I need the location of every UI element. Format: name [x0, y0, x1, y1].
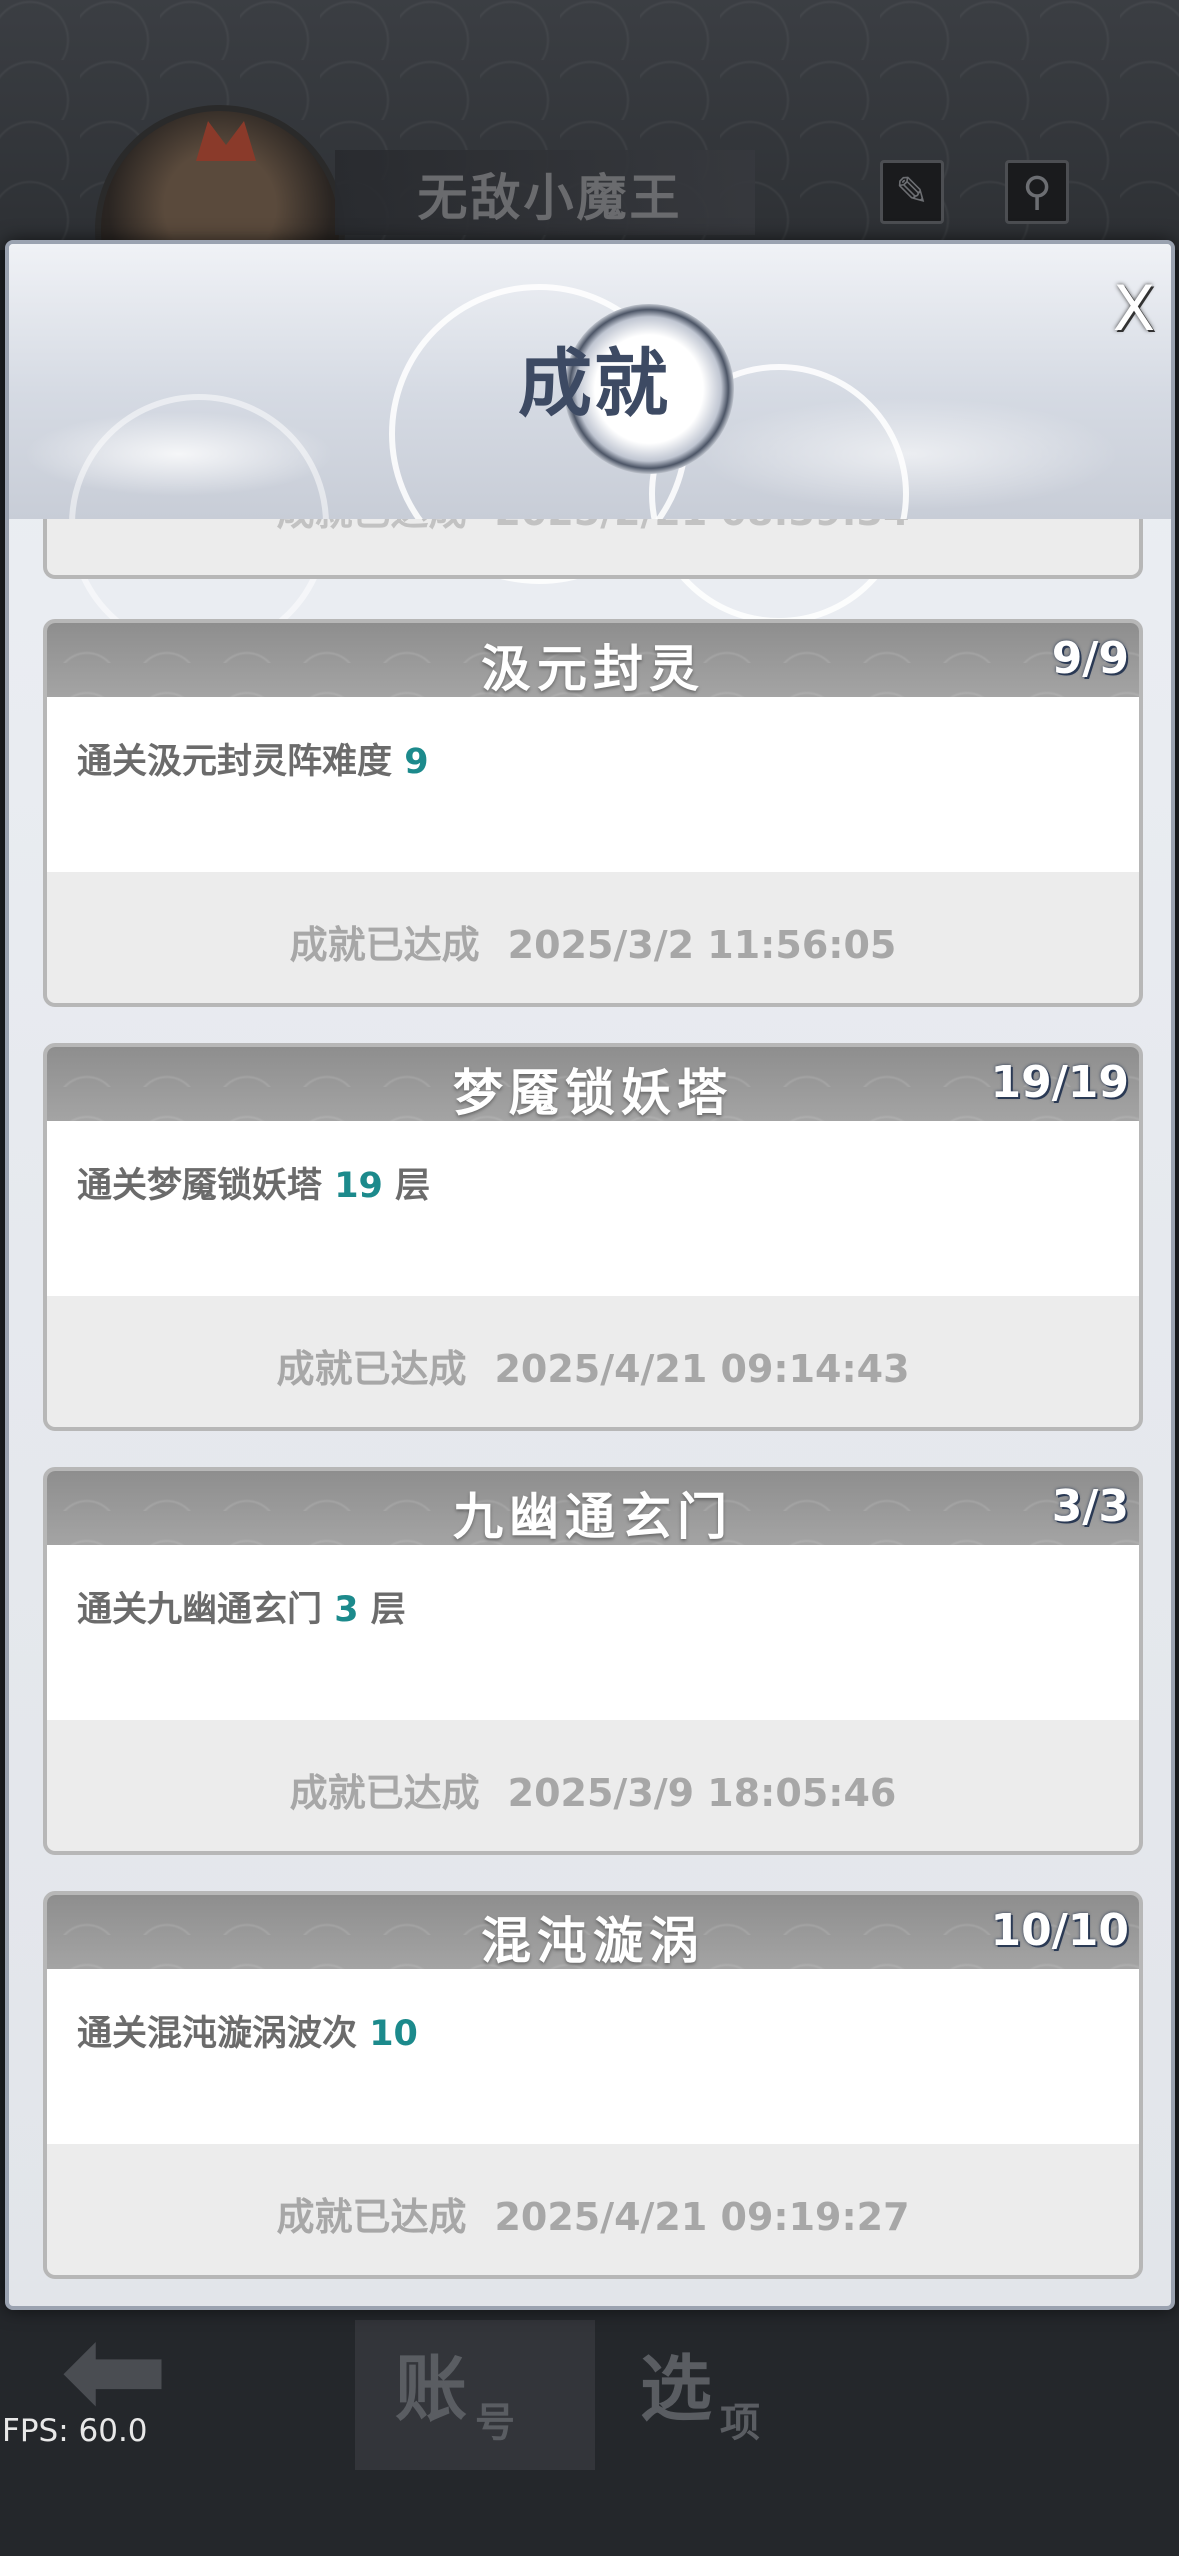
status-time: 2025/4/21 09:14:43: [494, 1347, 910, 1391]
achievement-title: 混沌漩涡: [481, 1911, 705, 1970]
card-footer: 成就已达成 2025/4/21 09:14:43: [47, 1296, 1139, 1427]
desc-text: 通关九幽通玄门: [77, 1590, 323, 1630]
desc-suffix: 层: [370, 1590, 406, 1630]
player-name: 无敌小魔王: [417, 169, 683, 227]
brush-icon[interactable]: ✎: [880, 160, 944, 224]
desc-value: 3: [334, 1590, 359, 1630]
key-icon[interactable]: ⚲: [1005, 160, 1069, 224]
achievement-progress: 3/3: [1051, 1481, 1129, 1532]
tab-options-label: 选: [640, 2347, 713, 2431]
card-header: 混沌漩涡 10/10: [47, 1895, 1139, 1970]
tab-account-sublabel: 号: [475, 2400, 515, 2446]
dialog-title: 成就: [518, 341, 670, 427]
status-label: 成就已达成: [289, 1771, 480, 1815]
card-body: 通关九幽通玄门 3 层: [47, 1545, 1139, 1720]
card-header: 梦魇锁妖塔 19/19: [47, 1047, 1139, 1122]
tab-options-sublabel: 项: [720, 2400, 760, 2446]
close-button[interactable]: X: [1099, 274, 1169, 344]
achievement-status: 成就已达成 2025/3/2 11:56:05: [47, 914, 1139, 969]
desc-value: 9: [404, 742, 429, 782]
achievement-status: 成就已达成 2025/4/21 09:19:27: [47, 2186, 1139, 2241]
status-time: 2025/4/21 09:19:27: [494, 2195, 910, 2239]
achievement-description: 通关汲元封灵阵难度 9: [77, 733, 429, 784]
desc-suffix: 层: [395, 1166, 431, 1206]
status-label: 成就已达成: [276, 1347, 467, 1391]
desc-value: 10: [369, 2014, 418, 2054]
achievement-card-partial: 成就已达成 2025/2/21 08:39:34: [43, 519, 1143, 579]
achievement-card: 梦魇锁妖塔 19/19 通关梦魇锁妖塔 19 层 成就已达成 2025/4/21 …: [43, 1043, 1143, 1431]
status-label: 成就已达成: [289, 923, 480, 967]
desc-text: 通关混沌漩涡波次: [77, 2014, 358, 2054]
card-header: 汲元封灵 9/9: [47, 623, 1139, 698]
achievement-card: 九幽通玄门 3/3 通关九幽通玄门 3 层 成就已达成 2025/3/9 18:0…: [43, 1467, 1143, 1855]
achievement-status: 成就已达成 2025/4/21 09:14:43: [47, 1338, 1139, 1393]
achievement-dialog: 成就 X 成就已达成 2025/2/21 08:39:34 汲元封灵 9/9 通关…: [5, 240, 1175, 2310]
desc-value: 19: [334, 1166, 383, 1206]
desc-text: 通关梦魇锁妖塔: [77, 1166, 323, 1206]
crown-decoration: [196, 121, 256, 161]
achievement-progress: 19/19: [990, 1057, 1129, 1108]
card-body: 通关汲元封灵阵难度 9: [47, 697, 1139, 872]
fps-counter: FPS: 60.0: [2, 2413, 148, 2449]
achievement-status: 成就已达成 2025/2/21 08:39:34: [47, 519, 1139, 536]
tab-account[interactable]: 账 号: [355, 2320, 595, 2470]
card-body: 通关混沌漩涡波次 10: [47, 1969, 1139, 2144]
status-label: 成就已达成: [276, 519, 466, 534]
status-time: 2025/3/9 18:05:46: [507, 1771, 897, 1815]
achievement-progress: 9/9: [1051, 633, 1129, 684]
card-header: 九幽通玄门 3/3: [47, 1471, 1139, 1546]
achievement-progress: 10/10: [990, 1905, 1129, 1956]
achievement-title: 汲元封灵: [481, 639, 705, 698]
status-time: 2025/2/21 08:39:34: [494, 519, 909, 534]
achievement-card: 汲元封灵 9/9 通关汲元封灵阵难度 9 成就已达成 2025/3/2 11:56…: [43, 619, 1143, 1007]
achievement-list[interactable]: 成就已达成 2025/2/21 08:39:34 汲元封灵 9/9 通关汲元封灵阵…: [9, 519, 1171, 2306]
status-time: 2025/3/2 11:56:05: [507, 923, 897, 967]
card-body: 通关梦魇锁妖塔 19 层: [47, 1121, 1139, 1296]
achievement-title: 梦魇锁妖塔: [453, 1063, 733, 1122]
tab-account-label: 账: [395, 2347, 468, 2431]
card-footer: 成就已达成 2025/3/2 11:56:05: [47, 872, 1139, 1003]
tab-options[interactable]: 选 项: [600, 2320, 840, 2470]
dialog-header: 成就 X: [9, 244, 1171, 654]
achievement-title: 九幽通玄门: [453, 1487, 733, 1546]
achievement-description: 通关混沌漩涡波次 10: [77, 2005, 418, 2056]
achievement-card: 混沌漩涡 10/10 通关混沌漩涡波次 10 成就已达成 2025/4/21 09…: [43, 1891, 1143, 2279]
achievement-description: 通关梦魇锁妖塔 19 层: [77, 1157, 430, 1208]
card-footer: 成就已达成 2025/4/21 09:19:27: [47, 2144, 1139, 2275]
status-label: 成就已达成: [276, 2195, 467, 2239]
achievement-status: 成就已达成 2025/3/9 18:05:46: [47, 1762, 1139, 1817]
card-footer: 成就已达成 2025/3/9 18:05:46: [47, 1720, 1139, 1851]
desc-text: 通关汲元封灵阵难度: [77, 742, 393, 782]
achievement-description: 通关九幽通玄门 3 层: [77, 1581, 406, 1632]
